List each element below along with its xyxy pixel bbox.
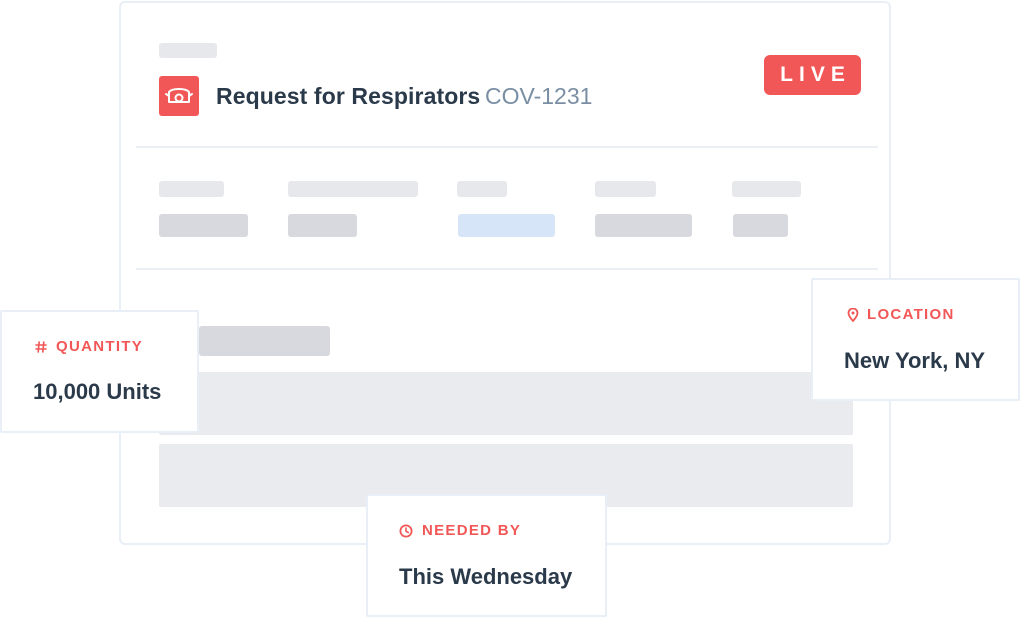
request-title: Request for Respirators (216, 83, 481, 109)
map-pin-icon (847, 308, 859, 322)
meta-value-placeholder (595, 214, 692, 237)
needed-by-label: NEEDED BY (422, 522, 522, 539)
header-placeholder (159, 43, 217, 58)
quantity-value: 10,000 Units (33, 379, 162, 404)
quantity-card[interactable]: QUANTITY 10,000 Units (0, 310, 199, 433)
meta-label-placeholder (159, 181, 224, 197)
needed-by-card[interactable]: NEEDED BY This Wednesday (366, 494, 607, 617)
meta-value-placeholder-highlight (458, 214, 555, 237)
needed-by-value: This Wednesday (399, 564, 573, 589)
request-card[interactable]: Request for Respirators COV-1231 LIVE (119, 1, 891, 545)
quantity-label: QUANTITY (56, 338, 144, 355)
hash-icon (35, 341, 47, 353)
divider (136, 146, 878, 148)
request-code: COV-1231 (485, 83, 593, 109)
section-heading-placeholder (199, 326, 330, 356)
respirator-mask-icon (159, 76, 199, 116)
location-value: New York, NY (844, 348, 986, 373)
meta-value-placeholder (733, 214, 788, 237)
location-card[interactable]: LOCATION New York, NY (811, 278, 1020, 401)
clock-icon (399, 524, 413, 538)
meta-label-placeholder (595, 181, 656, 197)
meta-label-placeholder (288, 181, 418, 197)
meta-value-placeholder (159, 214, 248, 237)
request-preview: Request for Respirators COV-1231 LIVE QU… (0, 0, 1021, 618)
meta-label-placeholder (732, 181, 801, 197)
meta-value-placeholder (288, 214, 357, 237)
live-status-badge: LIVE (764, 55, 861, 95)
divider (136, 268, 878, 270)
content-row-placeholder (159, 372, 853, 435)
meta-label-placeholder (457, 181, 507, 197)
location-label: LOCATION (867, 306, 955, 323)
